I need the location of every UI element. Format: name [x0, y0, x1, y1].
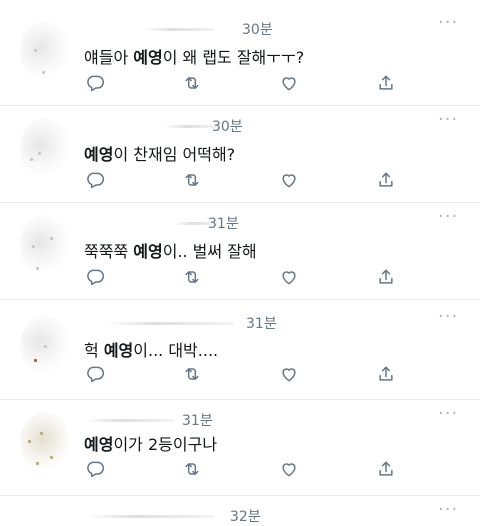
heart-icon[interactable]	[278, 363, 300, 385]
redacted-username	[144, 28, 214, 31]
tweet-text: 헉 예영이... 대박....	[84, 341, 219, 360]
tweet-actions	[84, 72, 404, 94]
tweet-2[interactable]: 30분 ··· 예영이 찬재임 어떡해?	[0, 106, 480, 203]
tweet-header: 32분	[84, 506, 284, 526]
tweet-3[interactable]: 31분 ··· 쭉쭉쭉 예영이.. 벌써 잘해	[0, 203, 480, 300]
tweet-timestamp[interactable]: 30분	[242, 19, 273, 39]
tweet-actions	[84, 458, 404, 480]
heart-icon[interactable]	[278, 169, 300, 191]
timeline-feed: 30분 ··· 얘들아 예영이 왜 랩도 잘해ㅜㅜ? 30분 ··· 예영이 찬…	[0, 0, 480, 525]
tweet-header: 31분	[84, 313, 284, 333]
tweet-header: 30분	[84, 19, 284, 39]
more-options-icon[interactable]: ···	[438, 405, 458, 423]
highlighted-keyword: 예영	[133, 242, 163, 261]
tweet-actions	[84, 266, 404, 288]
tweet-timestamp[interactable]: 30분	[212, 116, 243, 136]
more-options-icon[interactable]: ···	[438, 308, 458, 326]
tweet-4[interactable]: 31분 ··· 헉 예영이... 대박....	[0, 303, 480, 400]
tweet-timestamp[interactable]: 31분	[182, 410, 213, 430]
heart-icon[interactable]	[278, 458, 300, 480]
share-icon[interactable]	[375, 363, 397, 385]
share-icon[interactable]	[375, 458, 397, 480]
retweet-icon[interactable]	[181, 363, 203, 385]
retweet-icon[interactable]	[181, 169, 203, 191]
highlighted-keyword: 예영	[103, 341, 134, 360]
redacted-username	[104, 322, 234, 325]
tweet-header: 31분	[84, 410, 284, 430]
tweet-actions	[84, 169, 404, 191]
tweet-1[interactable]: 30분 ··· 얘들아 예영이 왜 랩도 잘해ㅜㅜ?	[0, 9, 480, 106]
retweet-icon[interactable]	[181, 266, 203, 288]
avatar[interactable]	[20, 21, 70, 81]
more-options-icon[interactable]: ···	[438, 14, 458, 32]
redacted-username	[84, 419, 174, 422]
reply-icon[interactable]	[84, 266, 106, 288]
share-icon[interactable]	[375, 169, 397, 191]
redacted-username	[164, 125, 219, 128]
reply-icon[interactable]	[84, 72, 106, 94]
more-options-icon[interactable]: ···	[438, 208, 458, 226]
tweet-timestamp[interactable]: 31분	[208, 213, 239, 233]
tweet-text: 얘들아 예영이 왜 랩도 잘해ㅜㅜ?	[84, 48, 305, 67]
retweet-icon[interactable]	[181, 458, 203, 480]
share-icon[interactable]	[375, 72, 397, 94]
retweet-icon[interactable]	[181, 72, 203, 94]
highlighted-keyword: 예영	[84, 145, 114, 164]
tweet-header: 30분	[84, 116, 284, 136]
share-icon[interactable]	[375, 266, 397, 288]
reply-icon[interactable]	[84, 458, 106, 480]
more-options-icon[interactable]: ···	[438, 111, 458, 129]
highlighted-keyword: 예영	[84, 435, 114, 454]
reply-icon[interactable]	[84, 363, 106, 385]
avatar[interactable]	[20, 412, 70, 472]
tweet-header: 31분	[84, 213, 284, 233]
tweet-text: 쭉쭉쭉 예영이.. 벌써 잘해	[84, 242, 257, 261]
avatar[interactable]	[20, 118, 70, 178]
more-options-icon[interactable]: ···	[438, 501, 458, 519]
tweet-text: 예영이 찬재임 어떡해?	[84, 145, 236, 164]
avatar[interactable]	[20, 315, 70, 375]
avatar[interactable]	[20, 215, 70, 275]
tweet-timestamp[interactable]: 31분	[246, 313, 277, 333]
highlighted-keyword: 예영	[133, 48, 163, 67]
reply-icon[interactable]	[84, 169, 106, 191]
tweet-6[interactable]: 32분 ···	[0, 498, 480, 525]
heart-icon[interactable]	[278, 72, 300, 94]
tweet-actions	[84, 363, 404, 385]
heart-icon[interactable]	[278, 266, 300, 288]
tweet-timestamp[interactable]: 32분	[230, 506, 261, 526]
tweet-text: 예영이가 2등이구나	[84, 435, 218, 454]
tweet-5[interactable]: 31분 ··· 예영이가 2등이구나	[0, 400, 480, 496]
